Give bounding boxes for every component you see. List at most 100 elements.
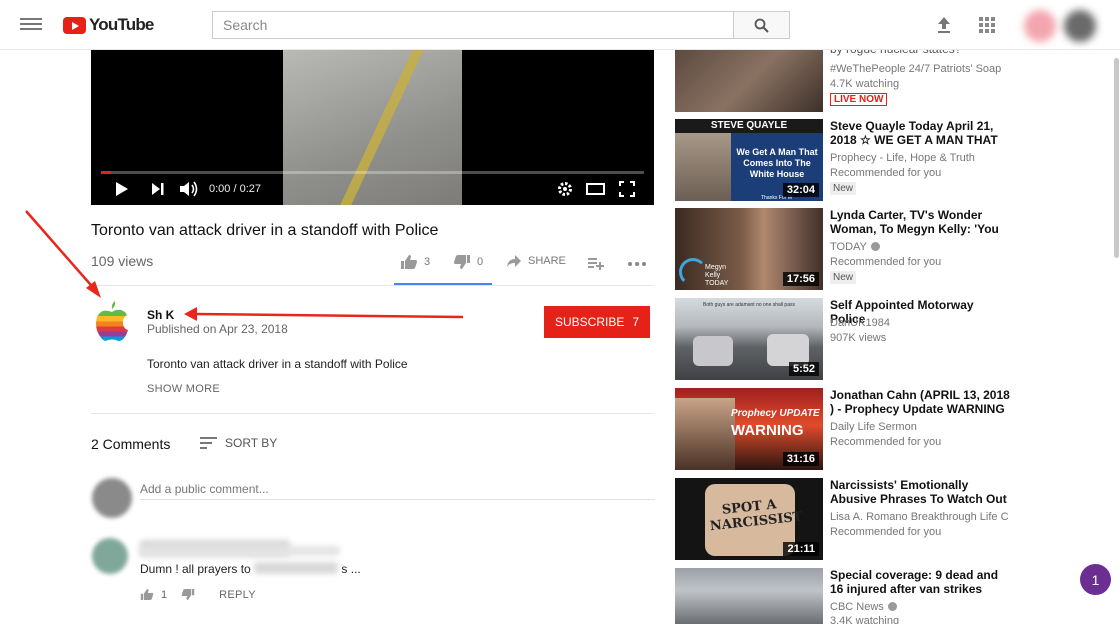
recommended-title[interactable]: Narcissists' Emotionally Abusive Phrases… [830,478,1010,506]
play-icon[interactable] [115,180,129,198]
fullscreen-icon[interactable] [619,180,635,198]
dislike-button[interactable]: 0 [453,254,483,270]
channel-label: TODAY [830,241,867,253]
video-thumbnail[interactable]: STEVE QUAYLE We Get A Man That Comes Int… [675,119,823,201]
notifications-blurred[interactable] [1024,10,1056,42]
recommended-channel: DanUK1984 [830,317,890,329]
comment-text: Dumn ! all prayers to s ... [140,562,361,576]
thumb-overlay-warning: WARNING [731,422,804,439]
video-player[interactable]: 0:00 / 0:27 [91,50,654,205]
divider [91,285,654,286]
sort-by-button[interactable]: SORT BY [200,436,277,450]
recommended-title[interactable]: Steve Quayle Today April 21, 2018 ☆ WE G… [830,119,1010,147]
verified-check-icon [870,242,880,251]
annotation-arrow-diagonal [25,210,98,293]
recommended-channel: Lisa A. Romano Breakthrough Life C [830,511,1009,523]
recommended-channel: Prophecy - Life, Hope & Truth [830,152,975,164]
add-to-playlist-icon[interactable] [587,256,604,270]
youtube-play-icon [63,16,86,34]
menu-icon[interactable] [20,15,42,33]
page-scrollbar[interactable] [1114,58,1119,258]
video-duration: 31:16 [782,452,819,466]
search-icon [754,18,769,33]
channel-avatar-apple-icon[interactable] [95,300,129,342]
account-avatar-blurred[interactable] [1064,10,1096,42]
commenter-avatar-blurred[interactable] [92,538,128,574]
thumbs-up-icon [401,255,417,269]
comment-like-count: 1 [161,588,168,601]
video-duration: 5:52 [788,362,819,376]
comment-blurred-line [140,546,340,556]
recommended-video-item[interactable]: Megyn Kelly TODAY 17:56 Lynda Carter, TV… [675,208,1020,290]
share-button[interactable]: SHARE [506,254,566,268]
recommended-title[interactable]: Special coverage: 9 dead and 16 injured … [830,568,1010,596]
show-more-button[interactable]: SHOW MORE [147,383,220,395]
channel-label: CBC News [830,601,884,613]
video-thumbnail[interactable]: Megyn Kelly TODAY 17:56 [675,208,823,290]
search-input[interactable] [212,11,734,39]
thumb-header-text: STEVE QUAYLE [675,119,823,133]
comment-actions: 1 REPLY [140,588,256,601]
channel-name[interactable]: Sh K [147,308,174,322]
video-thumbnail[interactable] [675,50,823,112]
comment-like-icon[interactable] [140,588,154,601]
video-thumbnail[interactable] [675,568,823,624]
recommended-video-item[interactable]: STEVE QUAYLE We Get A Man That Comes Int… [675,119,1020,201]
video-thumbnail[interactable]: Both guys are adamant no one shall pass … [675,298,823,380]
search-button[interactable] [733,11,790,39]
recommended-title[interactable]: Lynda Carter, TV's Wonder Woman, To Megy… [830,208,1010,236]
share-label: SHARE [528,255,566,267]
recommended-video-item[interactable]: Both guys are adamant no one shall pass … [675,298,1020,380]
comment-text-end: s ... [341,562,361,576]
notification-count-badge[interactable]: 1 [1080,564,1111,595]
like-button[interactable]: 3 [400,254,430,270]
recommended-video-item[interactable]: Prophecy UPDATE WARNING 31:16 Jonathan C… [675,388,1020,470]
top-bar: YouTube [0,0,1120,50]
theater-mode-icon[interactable] [586,180,605,198]
current-user-avatar-blurred [92,478,132,518]
more-actions-icon[interactable] [628,262,646,266]
view-count: 109 views [91,253,154,269]
recommended-title[interactable]: Jonathan Cahn (APRIL 13, 2018 ) - Prophe… [830,388,1010,416]
reply-button[interactable]: REPLY [219,589,256,601]
thumb-car [693,336,733,366]
recommended-channel: Daily Life Sermon [830,421,917,433]
volume-icon[interactable] [179,180,199,198]
sort-by-label: SORT BY [225,436,278,450]
recommended-video-item[interactable]: SPOT A NARCISSIST 21:11 Narcissists' Emo… [675,478,1020,560]
comments-count: 2 Comments [91,436,171,452]
subscriber-count: 7 [632,315,640,329]
upload-icon[interactable] [934,15,954,35]
video-duration: 17:56 [782,272,819,286]
annotation-arrowhead-diagonal [86,281,101,298]
comment-dislike-icon[interactable] [181,588,195,601]
live-now-badge: LIVE NOW [830,93,888,106]
time-display: 0:00 / 0:27 [209,183,261,195]
sort-icon [200,437,217,449]
verified-check-icon [887,602,897,611]
recommended-meta: Recommended for you [830,436,942,448]
progress-track[interactable] [101,171,644,174]
video-thumbnail[interactable]: Prophecy UPDATE WARNING 31:16 [675,388,823,470]
recommended-meta: Recommended for you [830,256,942,268]
comment-text-start: Dumn ! all prayers to [140,562,251,576]
recommended-video-item[interactable]: Special coverage: 9 dead and 16 injured … [675,568,1020,624]
public-comment-input[interactable] [140,478,655,500]
subscribe-button[interactable]: SUBSCRIBE 7 [544,306,650,338]
dislike-count: 0 [477,256,484,268]
next-icon[interactable] [151,180,165,198]
video-duration: 21:11 [783,542,819,556]
share-arrow-icon [507,255,521,267]
recommended-channel: CBC News [830,601,1010,613]
recommended-channel: #WeThePeople 24/7 Patriots' Soap [830,63,1002,75]
recommended-meta: 4.7K watching [830,78,900,90]
subscribe-label: SUBSCRIBE [554,315,625,329]
new-badge: New [830,182,857,195]
thumb-portrait [675,133,731,201]
video-thumbnail[interactable]: SPOT A NARCISSIST 21:11 [675,478,823,560]
youtube-logo[interactable]: YouTube [63,14,154,36]
apps-grid-icon[interactable] [978,16,996,34]
settings-gear-icon[interactable] [557,180,573,198]
thumb-overlay-text: We Get A Man That Comes Into The White H… [736,147,818,179]
like-count: 3 [424,256,431,268]
